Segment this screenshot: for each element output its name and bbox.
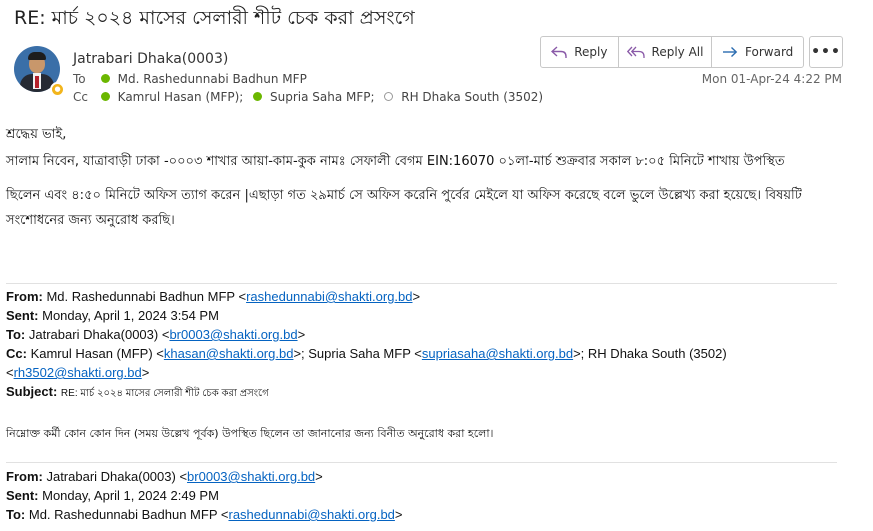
quote-divider (6, 462, 837, 463)
quoted-from: From: Jatrabari Dhaka(0003) <br0003@shak… (6, 469, 323, 484)
quoted-cc-cont: <rh3502@shakti.org.bd> (6, 365, 150, 380)
subject-value: RE: মার্চ ২০২৪ মাসের সেলারী শীট চেক করা … (60, 388, 269, 399)
cc-recipient[interactable]: Supria Saha MFP; (270, 90, 375, 104)
more-actions-button[interactable]: ••• (809, 36, 843, 68)
body-line: সংশোধনের জন্য অনুরোধ করছি। (6, 213, 175, 228)
to-email-link[interactable]: rashedunnabi@shakti.org.bd (228, 507, 394, 522)
quoted-subject: Subject: RE: মার্চ ২০২৪ মাসের সেলারী শীট… (6, 384, 269, 403)
cc-email-link[interactable]: khasan@shakti.org.bd (164, 346, 294, 361)
to-row: To Md. Rashedunnabi Badhun MFP (73, 72, 307, 86)
quoted-sent: Sent: Monday, April 1, 2024 3:54 PM (6, 308, 219, 323)
body-line: সালাম নিবেন, যাত্রাবাড়ী ঢাকা -০০০৩ শাখা… (6, 154, 785, 169)
to-email-link[interactable]: br0003@shakti.org.bd (169, 327, 297, 342)
forward-arrow-icon (723, 46, 738, 58)
cc-email-link[interactable]: supriasaha@shakti.org.bd (422, 346, 573, 361)
avatar-tie (35, 76, 39, 88)
more-icon: ••• (811, 44, 841, 60)
to-name: Jatrabari Dhaka(0003) (28, 327, 159, 342)
to-label: To: (6, 327, 26, 342)
from-label: From: (6, 469, 43, 484)
sent-label: Sent: (6, 488, 39, 503)
sent-value: Monday, April 1, 2024 2:49 PM (42, 488, 219, 503)
from-name: Jatrabari Dhaka(0003) (46, 469, 176, 484)
from-name: Md. Rashedunnabi Badhun MFP (46, 289, 235, 304)
action-toolbar: Reply Reply All Forward (540, 36, 804, 68)
quoted-sent: Sent: Monday, April 1, 2024 2:49 PM (6, 488, 219, 503)
cc-recipient[interactable]: Kamrul Hasan (MFP); (118, 90, 244, 104)
quote-divider (6, 283, 837, 284)
cc-name: RH Dhaka South (3502) (587, 346, 727, 361)
presence-unknown-icon (384, 92, 394, 101)
quoted-body: নিম্নোক্ত কর্মী কোন কোন দিন (সময় উল্লেখ… (6, 427, 494, 440)
cc-row: Cc Kamrul Hasan (MFP); Supria Saha MFP; … (73, 90, 543, 104)
quoted-cc: Cc: Kamrul Hasan (MFP) <khasan@shakti.or… (6, 346, 727, 361)
to-label: To (73, 72, 86, 86)
reply-label: Reply (574, 45, 608, 59)
presence-available-icon (100, 74, 110, 83)
to-name: Md. Rashedunnabi Badhun MFP (28, 507, 218, 522)
email-subject: RE: মার্চ ২০২৪ মাসের সেলারী শীট চেক করা … (14, 7, 415, 29)
quoted-to: To: Md. Rashedunnabi Badhun MFP <rashedu… (6, 507, 403, 522)
body-line: ছিলেন এবং ৪:৫০ মিনিটে অফিস ত্যাগ করেন |এ… (6, 188, 802, 203)
cc-recipient[interactable]: RH Dhaka South (3502) (401, 90, 543, 104)
cc-name: Kamrul Hasan (MFP) (30, 346, 153, 361)
cc-name: Supria Saha MFP (308, 346, 411, 361)
quoted-to: To: Jatrabari Dhaka(0003) <br0003@shakti… (6, 327, 306, 342)
avatar-hair (28, 52, 46, 60)
presence-away-icon: ● (50, 82, 65, 97)
body-greeting: শ্রদ্ধেয় ভাই, (6, 127, 67, 142)
cc-label: Cc (73, 90, 88, 104)
sent-label: Sent: (6, 308, 39, 323)
reply-all-icon (626, 46, 645, 58)
reply-all-button[interactable]: Reply All (619, 37, 713, 67)
sent-value: Monday, April 1, 2024 3:54 PM (42, 308, 219, 323)
message-date: Mon 01-Apr-24 4:22 PM (701, 72, 842, 86)
cc-email-link[interactable]: rh3502@shakti.org.bd (14, 365, 142, 380)
reply-icon (551, 46, 567, 58)
forward-button[interactable]: Forward (712, 37, 803, 67)
to-recipient[interactable]: Md. Rashedunnabi Badhun MFP (118, 72, 307, 86)
presence-available-icon (253, 92, 263, 101)
cc-label: Cc: (6, 346, 27, 361)
from-email-link[interactable]: rashedunnabi@shakti.org.bd (246, 289, 412, 304)
from-email-link[interactable]: br0003@shakti.org.bd (187, 469, 315, 484)
subject-label: Subject: (6, 384, 58, 399)
reply-all-label: Reply All (651, 45, 704, 59)
reply-button[interactable]: Reply (541, 37, 619, 67)
quoted-from: From: Md. Rashedunnabi Badhun MFP <rashe… (6, 289, 421, 304)
sender-name[interactable]: Jatrabari Dhaka(0003) (73, 51, 228, 67)
from-label: From: (6, 289, 43, 304)
to-label: To: (6, 507, 26, 522)
forward-label: Forward (745, 45, 794, 59)
presence-available-icon (100, 92, 110, 101)
